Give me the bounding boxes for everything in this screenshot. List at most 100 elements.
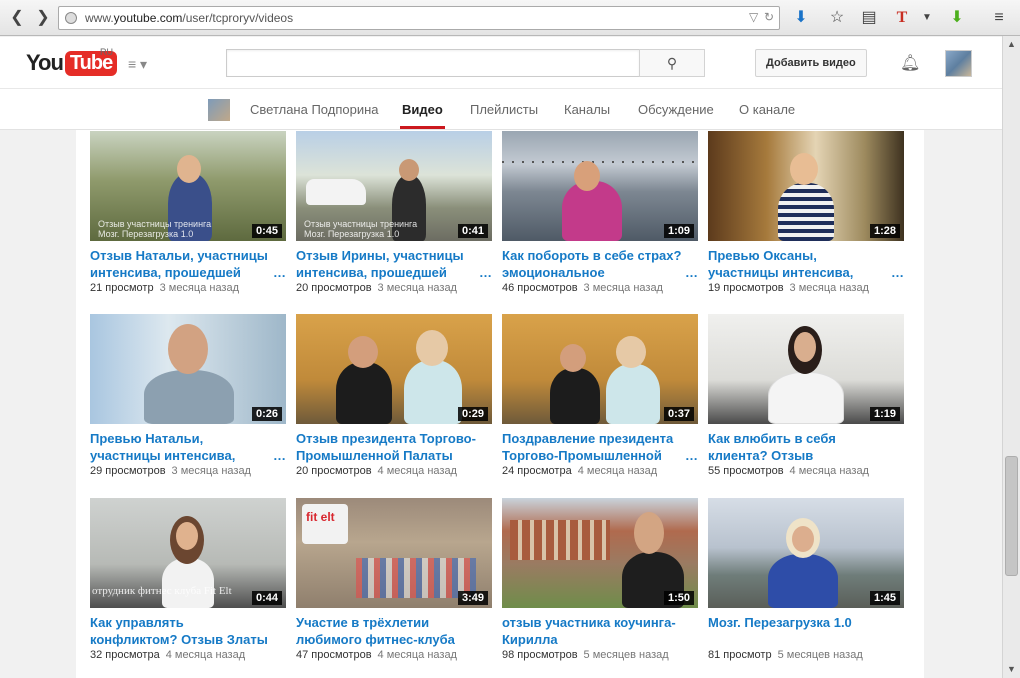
video-card: fit elt 3:49 Участие в трёхлетии любимог… xyxy=(296,498,492,661)
bookmarks-list-icon[interactable]: ▤ xyxy=(858,7,880,29)
video-meta: 81 просмотр 5 месяцев назад xyxy=(708,649,863,661)
video-title-link[interactable]: Отзыв Ирины, участницы интенсива, прошед… xyxy=(296,247,492,281)
channel-tabs-bar: Светлана Подпорина Видео Плейлисты Канал… xyxy=(0,89,1002,130)
video-thumbnail[interactable]: 1:45 xyxy=(708,498,904,608)
video-meta: 20 просмотров 3 месяца назад xyxy=(296,282,457,294)
duration-badge: 1:09 xyxy=(663,224,694,238)
video-meta: 55 просмотров 4 месяца назад xyxy=(708,465,869,477)
video-thumbnail[interactable]: 1:50 xyxy=(502,498,698,608)
duration-badge: 1:19 xyxy=(869,407,900,421)
video-meta: 19 просмотров 3 месяца назад xyxy=(708,282,869,294)
duration-badge: 0:44 xyxy=(251,591,282,605)
download-arrow-icon[interactable]: ⬇ xyxy=(790,7,812,29)
video-thumbnail[interactable]: 0:37 xyxy=(502,314,698,424)
scrollbar-thumb[interactable] xyxy=(1005,456,1018,576)
youtube-logo[interactable]: You Tube RU xyxy=(26,47,118,77)
video-meta: 21 просмотр 3 месяца назад xyxy=(90,282,240,294)
tab-channels[interactable]: Каналы xyxy=(564,102,610,117)
globe-icon xyxy=(65,12,77,24)
video-card: 0:37 Поздравление президента Торгово-Про… xyxy=(502,314,698,477)
video-meta: 46 просмотров 3 месяца назад xyxy=(502,282,663,294)
video-title-link[interactable]: Как управлять конфликтом? Отзыв Златы Со… xyxy=(90,614,286,648)
video-card: Отзыв участницы тренинга Мозг. Перезагру… xyxy=(90,131,286,294)
upload-video-button[interactable]: Добавить видео xyxy=(755,49,867,77)
url-text: www.youtube.com/user/tcproryv/videos xyxy=(85,11,294,25)
video-title-link[interactable]: Участие в трёхлетии любимого фитнес-клуб… xyxy=(296,614,492,648)
video-thumbnail[interactable]: 0:29 xyxy=(296,314,492,424)
video-meta: 32 просмотра 4 месяца назад xyxy=(90,649,246,661)
t-extension-icon[interactable]: T xyxy=(891,7,913,29)
youtube-masthead: You Tube RU ≡ ▾ ⚲ Добавить видео 🔔︎ xyxy=(0,37,1002,89)
video-thumbnail[interactable]: Отзыв участницы тренинга Мозг. Перезагру… xyxy=(296,131,492,241)
duration-badge: 3:49 xyxy=(457,591,488,605)
video-title-link[interactable]: Как влюбить в себя клиента? Отзыв Манычк… xyxy=(708,430,904,464)
duration-badge: 1:28 xyxy=(869,224,900,238)
video-card: отрудник фитнес клуба Fit Elt 0:44 Как у… xyxy=(90,498,286,661)
channel-name-link[interactable]: Светлана Подпорина xyxy=(250,102,379,117)
duration-badge: 1:45 xyxy=(869,591,900,605)
tab-about[interactable]: О канале xyxy=(739,102,795,117)
video-thumbnail[interactable]: 0:26 xyxy=(90,314,286,424)
video-thumbnail[interactable]: 1:28 xyxy=(708,131,904,241)
search-button[interactable]: ⚲ xyxy=(639,49,705,77)
video-card: 0:29 Отзыв президента Торгово-Промышленн… xyxy=(296,314,492,477)
video-meta: 98 просмотров 5 месяцев назад xyxy=(502,649,669,661)
video-meta: 24 просмотра 4 месяца назад xyxy=(502,465,658,477)
tab-videos[interactable]: Видео xyxy=(400,102,445,129)
video-card: 1:50 отзыв участника коучинга-Кирилла 98… xyxy=(502,498,698,661)
video-meta: 29 просмотров 3 месяца назад xyxy=(90,465,251,477)
dropdown-triangle-icon[interactable]: ▽ xyxy=(749,10,758,24)
forward-arrow-icon[interactable]: ❯ xyxy=(32,8,54,28)
video-thumbnail[interactable]: Отзыв участницы тренинга Мозг. Перезагру… xyxy=(90,131,286,241)
search-icon: ⚲ xyxy=(666,55,678,71)
channel-avatar[interactable] xyxy=(208,99,230,121)
video-meta: 47 просмотров 4 месяца назад xyxy=(296,649,457,661)
address-bar[interactable]: www.youtube.com/user/tcproryv/videos ▽ ↻ xyxy=(58,6,780,30)
video-title-link[interactable]: Отзыв президента Торгово-Промышленной Па… xyxy=(296,430,492,464)
browser-toolbar: ❮ ❯ www.youtube.com/user/tcproryv/videos… xyxy=(0,0,1020,36)
video-title-link[interactable]: Отзыв Натальи, участницы интенсива, прош… xyxy=(90,247,286,281)
green-download-icon[interactable]: ⬇ xyxy=(946,7,968,29)
bookmark-star-icon[interactable]: ☆ xyxy=(826,7,848,29)
video-card: 0:26 Превью Натальи, участницы интенсива… xyxy=(90,314,286,477)
video-meta: 20 просмотров 4 месяца назад xyxy=(296,465,457,477)
video-card: Отзыв участницы тренинга Мозг. Перезагру… xyxy=(296,131,492,294)
scroll-up-arrow-icon[interactable]: ▲ xyxy=(1003,36,1020,53)
notification-bell-icon[interactable]: 🔔︎ xyxy=(900,53,920,73)
scroll-down-arrow-icon[interactable]: ▼ xyxy=(1003,661,1020,678)
video-card: 1:09 Как побороть в себе страх?эмоционал… xyxy=(502,131,698,294)
extension-dropdown-icon[interactable]: ▼ xyxy=(916,7,938,29)
tab-playlists[interactable]: Плейлисты xyxy=(470,102,538,117)
video-thumbnail[interactable]: отрудник фитнес клуба Fit Elt 0:44 xyxy=(90,498,286,608)
video-title-link[interactable]: Как побороть в себе страх?эмоциональное… xyxy=(502,247,698,281)
video-title-link[interactable]: Превью Натальи, участницы интенсива, про… xyxy=(90,430,286,464)
duration-badge: 0:41 xyxy=(457,224,488,238)
video-title-link[interactable]: Превью Оксаны, участницы интенсива, прош… xyxy=(708,247,904,281)
duration-badge: 0:45 xyxy=(251,224,282,238)
thumbnail-caption: отрудник фитнес клуба Fit Elt xyxy=(92,585,232,597)
duration-badge: 1:50 xyxy=(663,591,694,605)
fit-elt-logo-icon: fit elt xyxy=(306,510,335,524)
video-thumbnail[interactable]: 1:09 xyxy=(502,131,698,241)
user-avatar[interactable] xyxy=(945,50,972,77)
search-input[interactable] xyxy=(226,49,640,77)
video-title-link[interactable]: отзыв участника коучинга-Кирилла xyxy=(502,614,698,648)
guide-menu-icon[interactable]: ≡ ▾ xyxy=(128,56,147,73)
menu-icon[interactable]: ≡ xyxy=(988,7,1010,29)
video-card: 1:19 Как влюбить в себя клиента? Отзыв М… xyxy=(708,314,904,477)
back-arrow-icon[interactable]: ❮ xyxy=(6,8,28,28)
video-thumbnail[interactable]: fit elt 3:49 xyxy=(296,498,492,608)
thumbnail-caption: Отзыв участницы тренинга Мозг. Перезагру… xyxy=(304,219,418,239)
duration-badge: 0:26 xyxy=(251,407,282,421)
thumbnail-caption: Отзыв участницы тренинга Мозг. Перезагру… xyxy=(98,219,212,239)
video-title-link[interactable]: Мозг. Перезагрузка 1.0 xyxy=(708,614,904,648)
duration-badge: 0:37 xyxy=(663,407,694,421)
tab-discussion[interactable]: Обсуждение xyxy=(638,102,714,117)
video-title-link[interactable]: Поздравление президента Торгово-Промышле… xyxy=(502,430,698,464)
page-scrollbar[interactable]: ▲ ▼ xyxy=(1002,36,1020,678)
video-card: 1:28 Превью Оксаны, участницы интенсива,… xyxy=(708,131,904,294)
duration-badge: 0:29 xyxy=(457,407,488,421)
video-thumbnail[interactable]: 1:19 xyxy=(708,314,904,424)
reload-icon[interactable]: ↻ xyxy=(764,10,774,24)
video-card: 1:45 Мозг. Перезагрузка 1.0 81 просмотр 5… xyxy=(708,498,904,661)
